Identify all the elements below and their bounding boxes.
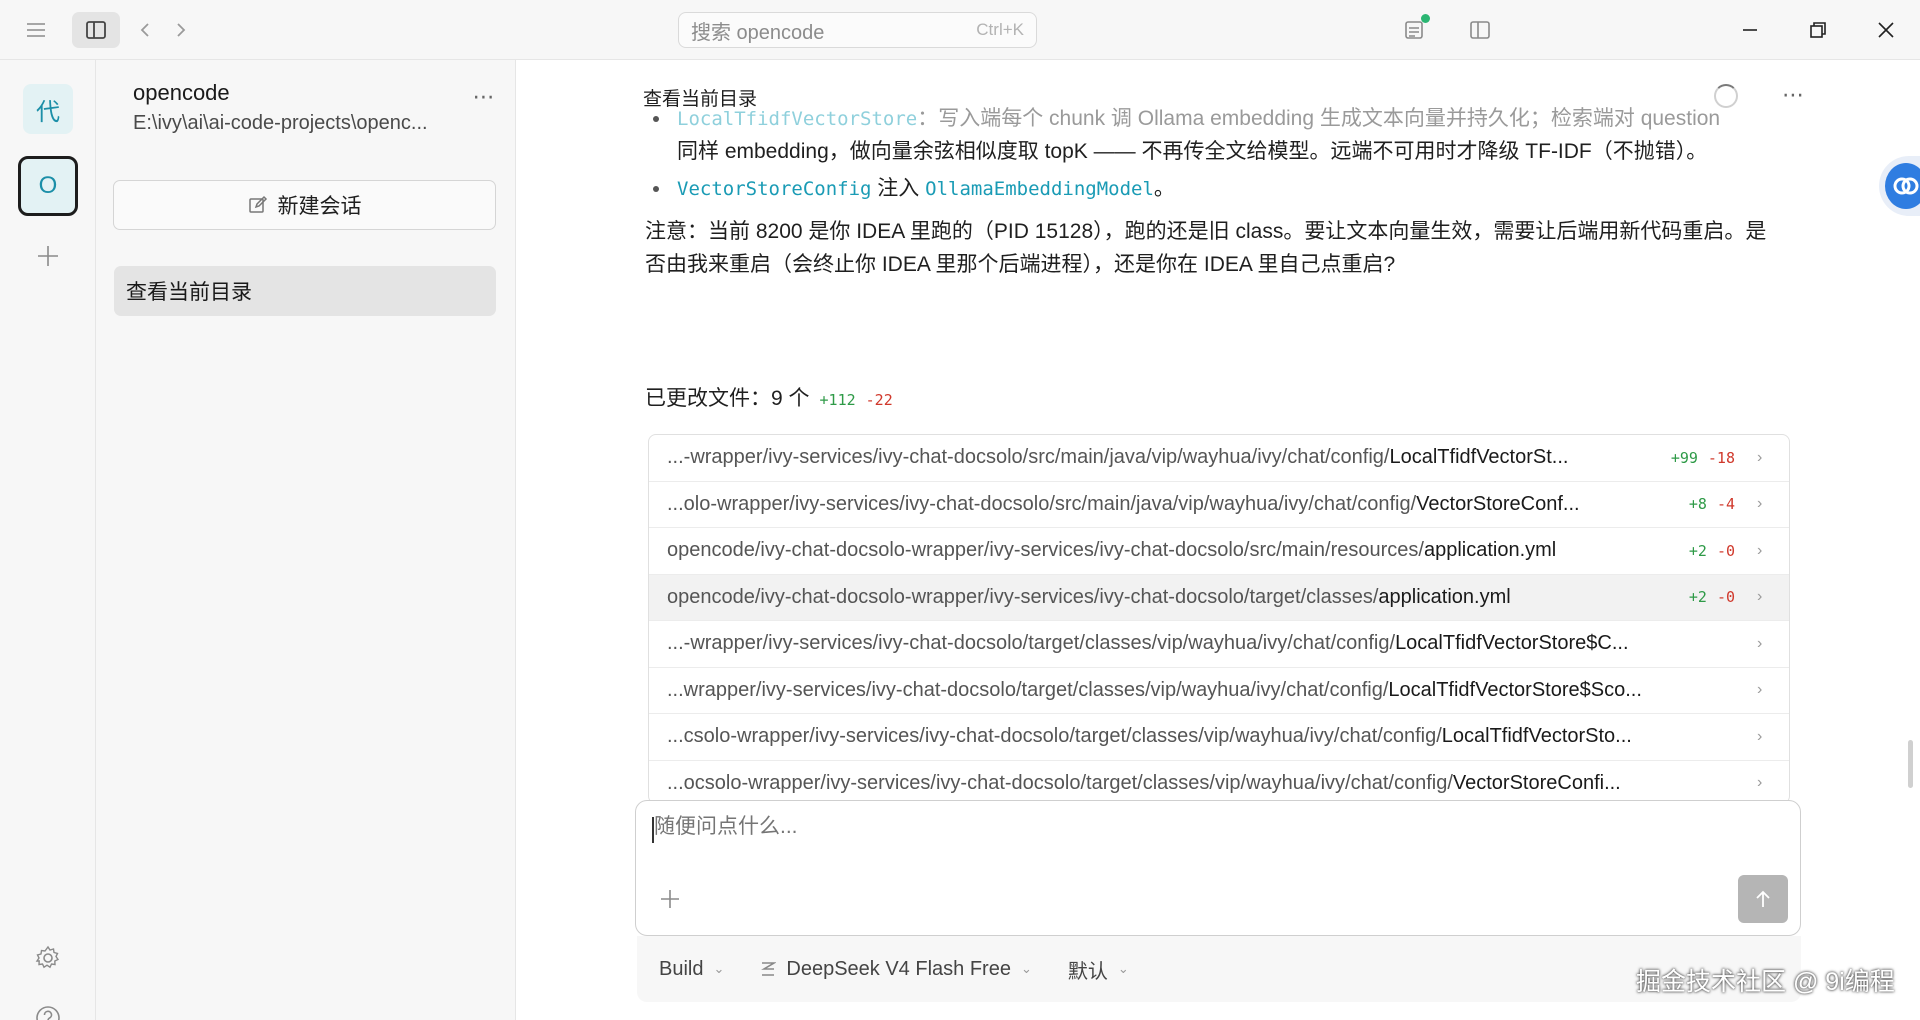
- chevron-right-icon: ›: [1757, 774, 1763, 792]
- minimize-icon[interactable]: [1730, 10, 1770, 50]
- code-span: LocalTfidfVectorStore: [677, 108, 918, 130]
- session-item[interactable]: 查看当前目录: [114, 266, 496, 316]
- menu-icon[interactable]: [18, 14, 54, 46]
- back-icon[interactable]: [130, 14, 160, 46]
- title-bar: 搜索 opencode Ctrl+K: [0, 0, 1920, 60]
- floating-assistant-icon[interactable]: [1879, 156, 1920, 216]
- chevron-down-icon: ⌄: [1117, 961, 1129, 976]
- file-row[interactable]: ...csolo-wrapper/ivy-services/ivy-chat-d…: [649, 714, 1789, 761]
- model-label: DeepSeek V4 Flash Free: [786, 957, 1011, 980]
- project-path: E:\ivy\ai\ai-code-projects\openc...: [133, 112, 428, 134]
- attach-icon[interactable]: [654, 883, 686, 915]
- search-input[interactable]: 搜索 opencode Ctrl+K: [678, 12, 1037, 48]
- add-project-icon[interactable]: [30, 238, 66, 274]
- model-icon: [761, 962, 777, 976]
- chevron-right-icon: ›: [1757, 495, 1763, 513]
- bullet-text: 注入: [871, 177, 926, 200]
- message-bullet-1: LocalTfidfVectorStore：写入端每个 chunk 调 Olla…: [653, 102, 1797, 136]
- file-path: ...-wrapper/ivy-services/ivy-chat-docsol…: [667, 632, 1629, 655]
- chevron-right-icon: ›: [1757, 588, 1763, 606]
- chevron-right-icon: ›: [1757, 448, 1763, 466]
- message-composer: [635, 800, 1801, 936]
- code-span: VectorStoreConfig: [677, 178, 872, 200]
- changed-files-label: 已更改文件：9 个: [645, 387, 810, 410]
- sidebar-toggle-icon[interactable]: [72, 12, 120, 48]
- added-count: +112: [819, 391, 856, 409]
- file-path: ...olo-wrapper/ivy-services/ivy-chat-doc…: [667, 492, 1580, 515]
- project-rail: 代 O: [0, 60, 96, 1020]
- chevron-right-icon: ›: [1757, 634, 1763, 652]
- file-path: opencode/ivy-chat-docsolo-wrapper/ivy-se…: [667, 585, 1511, 608]
- bullet-text: 。: [1153, 177, 1175, 200]
- file-path: ...-wrapper/ivy-services/ivy-chat-docsol…: [667, 446, 1569, 469]
- send-button[interactable]: [1738, 875, 1788, 923]
- agent-select[interactable]: Build ⌄: [659, 958, 724, 981]
- new-session-button[interactable]: 新建会话: [113, 180, 496, 230]
- model-select[interactable]: DeepSeek V4 Flash Free ⌄: [760, 957, 1032, 981]
- search-placeholder: 搜索 opencode: [691, 21, 825, 44]
- new-session-label: 新建会话: [277, 195, 362, 218]
- file-row[interactable]: ...-wrapper/ivy-services/ivy-chat-docsol…: [649, 435, 1789, 482]
- changed-files-list: ...-wrapper/ivy-services/ivy-chat-docsol…: [648, 434, 1790, 804]
- code-span: OllamaEmbeddingModel: [925, 178, 1154, 200]
- chat-main: 查看当前目录 ⋯ LocalTfidfVectorStore：写入端每个 chu…: [517, 60, 1920, 1020]
- variant-label: 默认: [1067, 960, 1108, 983]
- removed-count: -22: [865, 391, 893, 409]
- arrow-up-icon: [1756, 890, 1770, 907]
- bullet-text: ：写入端每个 chunk 调 Ollama embedding 生成文本向量并持…: [917, 107, 1721, 130]
- file-row[interactable]: ...olo-wrapper/ivy-services/ivy-chat-doc…: [649, 482, 1789, 528]
- project-tile-a[interactable]: 代: [23, 84, 73, 134]
- file-row[interactable]: opencode/ivy-chat-docsolo-wrapper/ivy-se…: [649, 574, 1789, 621]
- restore-icon[interactable]: [1798, 10, 1838, 50]
- chevron-right-icon: ›: [1757, 681, 1763, 699]
- settings-icon[interactable]: [30, 940, 66, 976]
- right-panel-icon[interactable]: [1462, 14, 1498, 46]
- composer-options-bar: Build ⌄ DeepSeek V4 Flash Free ⌄ 默认 ⌄: [637, 936, 1801, 1002]
- file-path: opencode/ivy-chat-docsolo-wrapper/ivy-se…: [667, 539, 1557, 562]
- note-line: 注意：当前 8200 是你 IDEA 里跑的（PID 15128），跑的还是旧 …: [645, 220, 1767, 243]
- file-row[interactable]: ...-wrapper/ivy-services/ivy-chat-docsol…: [649, 621, 1789, 668]
- file-stats: +2 -0: [1688, 541, 1735, 560]
- message-note: 注意：当前 8200 是你 IDEA 里跑的（PID 15128），跑的还是旧 …: [645, 215, 1795, 281]
- chevron-right-icon: ›: [1757, 541, 1763, 559]
- forward-icon[interactable]: [166, 14, 196, 46]
- help-icon[interactable]: [30, 1000, 66, 1020]
- file-path: ...csolo-wrapper/ivy-services/ivy-chat-d…: [667, 725, 1632, 748]
- project-more-icon[interactable]: ⋯: [466, 82, 502, 112]
- file-stats: +8 -4: [1688, 495, 1735, 514]
- bullet-text: 同样 embedding，做向量余弦相似度取 topK —— 不再传全文给模型。…: [677, 140, 1708, 163]
- message-bullet-2: VectorStoreConfig 注入 OllamaEmbeddingMode…: [653, 172, 1797, 206]
- file-stats: +2 -0: [1688, 588, 1735, 607]
- file-row[interactable]: ...ocsolo-wrapper/ivy-services/ivy-chat-…: [649, 761, 1789, 804]
- sessions-panel: opencode E:\ivy\ai\ai-code-projects\open…: [96, 60, 516, 1020]
- prompt-input[interactable]: [654, 815, 1754, 839]
- status-dot-icon: [1421, 14, 1430, 23]
- file-row[interactable]: opencode/ivy-chat-docsolo-wrapper/ivy-se…: [649, 528, 1789, 575]
- changed-files-summary: 已更改文件：9 个 +112 -22: [645, 382, 893, 412]
- chevron-down-icon: ⌄: [713, 961, 725, 976]
- scrollbar-thumb[interactable]: [1908, 740, 1913, 788]
- variant-select[interactable]: 默认 ⌄: [1068, 955, 1129, 984]
- file-path: ...ocsolo-wrapper/ivy-services/ivy-chat-…: [667, 771, 1621, 794]
- note-line: 否由我来重启（会终止你 IDEA 里那个后端进程），还是你在 IDEA 里自己点…: [645, 253, 1396, 276]
- file-path: ...wrapper/ivy-services/ivy-chat-docsolo…: [667, 678, 1642, 701]
- message-bullet-1-cont: 同样 embedding，做向量余弦相似度取 topK —— 不再传全文给模型。…: [677, 135, 1797, 168]
- file-stats: +99 -18: [1670, 448, 1735, 467]
- close-icon[interactable]: [1866, 10, 1906, 50]
- edit-icon: [248, 195, 267, 213]
- file-row[interactable]: ...wrapper/ivy-services/ivy-chat-docsolo…: [649, 668, 1789, 714]
- project-name: opencode: [133, 80, 230, 105]
- watermark: 掘金技术社区 @ 9i编程: [1636, 968, 1895, 996]
- chevron-down-icon: ⌄: [1020, 961, 1032, 976]
- assistant-logo-icon: [1885, 163, 1920, 209]
- chevron-right-icon: ›: [1757, 727, 1763, 745]
- agent-label: Build: [659, 957, 704, 980]
- project-tile-opencode[interactable]: O: [18, 156, 78, 216]
- search-shortcut: Ctrl+K: [976, 20, 1024, 39]
